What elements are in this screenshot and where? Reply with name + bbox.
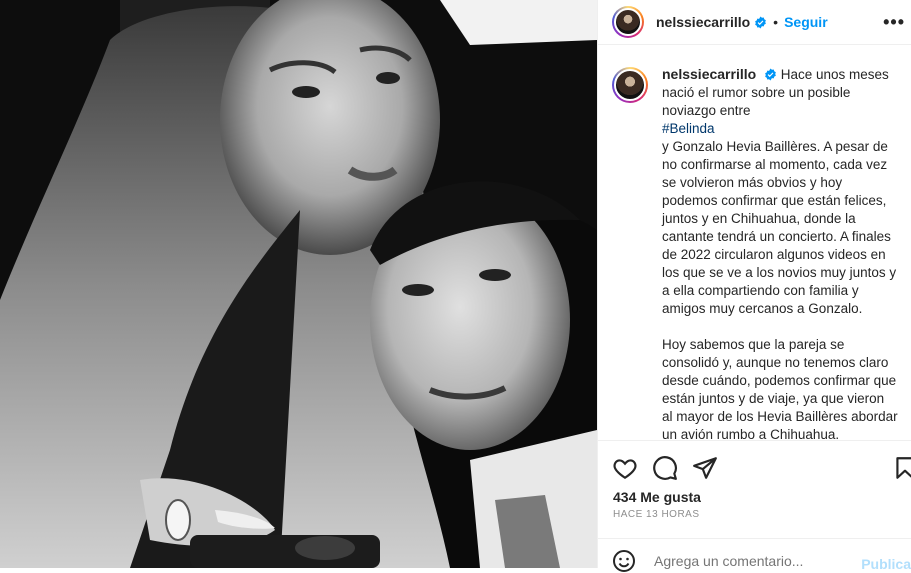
comment-bar: Publica: [598, 538, 911, 572]
caption-avatar[interactable]: [612, 67, 648, 103]
post-timestamp[interactable]: HACE 13 HORAS: [613, 509, 700, 520]
emoji-icon[interactable]: [612, 549, 636, 573]
share-icon[interactable]: [692, 455, 718, 481]
bookmark-icon[interactable]: [892, 455, 911, 481]
author-username[interactable]: nelssiecarrillo: [656, 14, 750, 30]
hashtag-link[interactable]: #Belinda: [662, 120, 898, 138]
comment-input[interactable]: [654, 552, 854, 569]
like-count[interactable]: 434 Me gusta: [613, 489, 701, 505]
caption-body-2: Hoy sabemos que la pareja se consolidó y…: [662, 337, 898, 440]
heart-icon[interactable]: [612, 455, 638, 481]
caption-section[interactable]: nelssiecarrillo Hace unos meses nació el…: [598, 45, 911, 440]
comment-icon[interactable]: [652, 455, 678, 481]
caption-body: y Gonzalo Hevia Baillères. A pesar de no…: [662, 139, 897, 316]
post-side-panel: nelssiecarrillo • Seguir ••• nelssiecarr…: [597, 0, 911, 572]
author-avatar[interactable]: [612, 6, 644, 38]
action-bar: 434 Me gusta HACE 13 HORAS: [598, 440, 911, 550]
post-photo[interactable]: [0, 0, 597, 568]
verified-badge-icon: [755, 16, 767, 28]
post-header: nelssiecarrillo • Seguir •••: [598, 0, 911, 45]
separator-dot: •: [773, 14, 779, 30]
more-icon[interactable]: •••: [883, 12, 905, 33]
publish-button[interactable]: Publica: [861, 556, 911, 572]
verified-badge-icon: [765, 68, 776, 81]
caption-text: nelssiecarrillo Hace unos meses nació el…: [662, 65, 898, 440]
caption-username[interactable]: nelssiecarrillo: [662, 66, 756, 82]
follow-button[interactable]: Seguir: [784, 14, 828, 30]
